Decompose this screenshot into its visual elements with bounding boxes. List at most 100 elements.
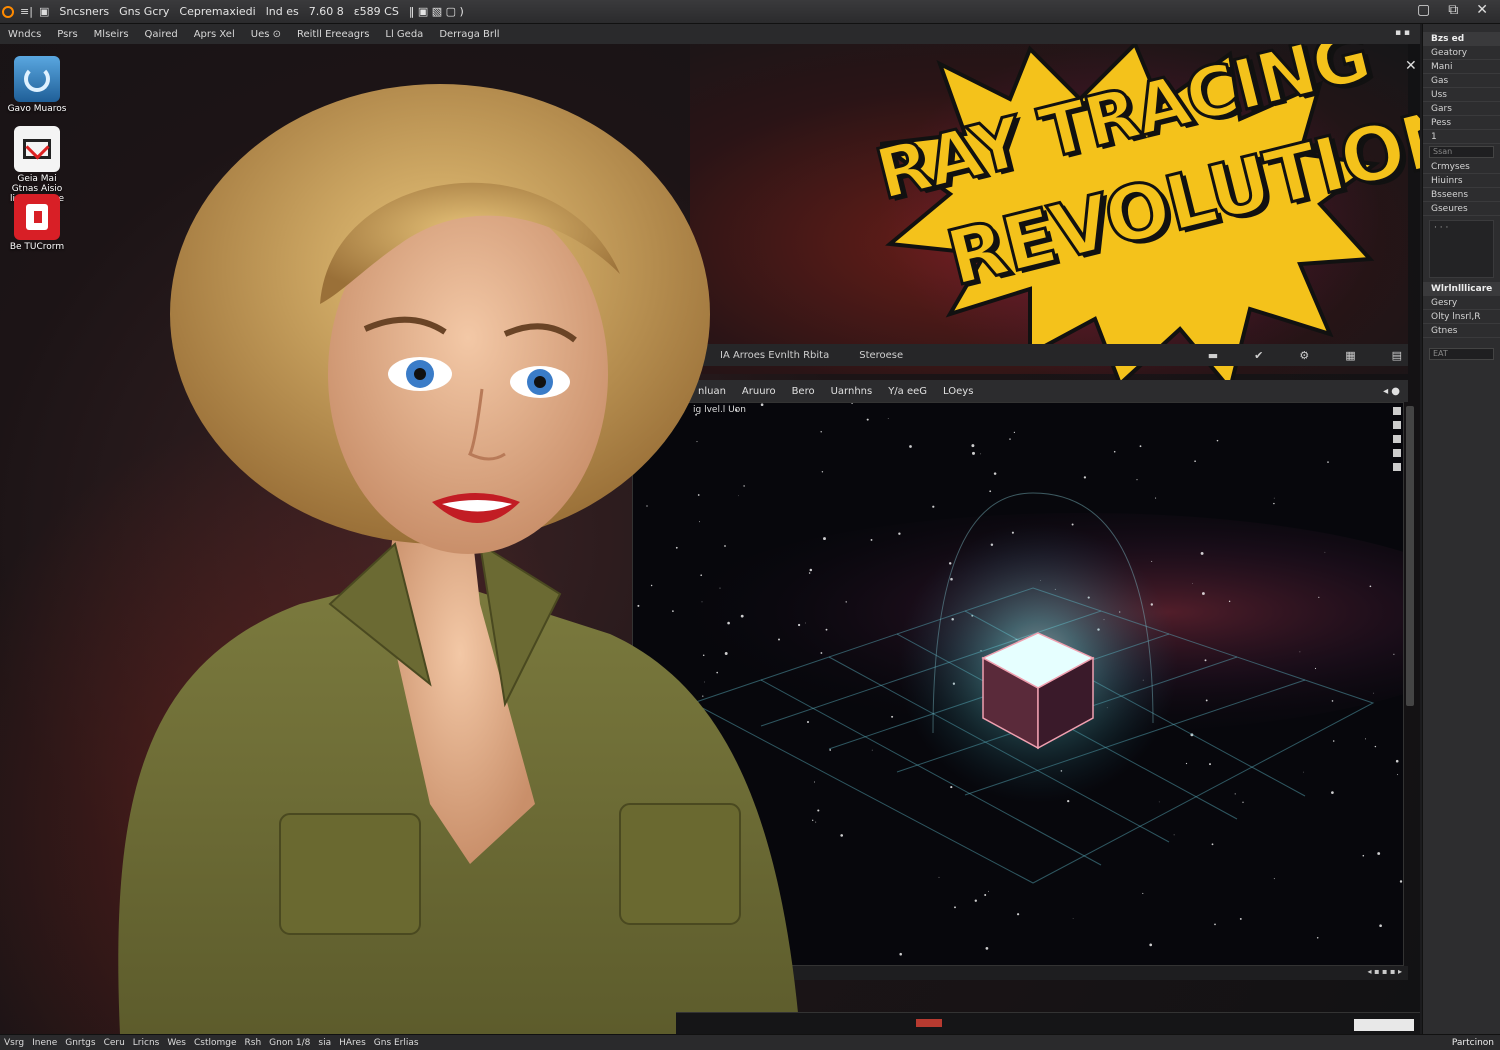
property-row[interactable]: Geatory bbox=[1423, 46, 1500, 60]
property-row[interactable]: Gesry bbox=[1423, 296, 1500, 310]
status-item[interactable]: Lricns bbox=[129, 1038, 164, 1048]
star bbox=[1072, 917, 1074, 919]
app-logo-icon[interactable] bbox=[2, 5, 14, 18]
tool-icon[interactable] bbox=[1393, 407, 1401, 415]
tool-icon[interactable] bbox=[1393, 449, 1401, 457]
status-item[interactable]: Gnrtgs bbox=[61, 1038, 99, 1048]
timeline-marker[interactable] bbox=[916, 1019, 942, 1027]
upper-bar-tools: ▬ ✔ ⚙ ▦ ▤ bbox=[1178, 349, 1402, 362]
panel-icon[interactable]: ▤ bbox=[1392, 349, 1402, 362]
property-row[interactable]: Hiuinrs bbox=[1423, 174, 1500, 188]
star bbox=[1211, 843, 1214, 846]
star bbox=[1373, 692, 1375, 694]
title-item[interactable]: lnd es bbox=[266, 5, 299, 18]
tool-icon[interactable] bbox=[1393, 435, 1401, 443]
minimize-icon[interactable]: ▢ bbox=[1417, 2, 1430, 18]
status-item[interactable]: Inene bbox=[28, 1038, 61, 1048]
title-item[interactable]: Gns Gcry bbox=[119, 5, 169, 18]
star bbox=[989, 490, 992, 493]
star bbox=[1149, 943, 1153, 947]
desktop-icon[interactable]: Geia Mai Gtnas Aisio lican Mueoe bbox=[4, 126, 70, 204]
viewport-tab[interactable]: Y/a eeG bbox=[880, 386, 935, 397]
desktop-icon[interactable]: Gavo Muaros bbox=[4, 56, 70, 114]
viewport-scrollbar[interactable] bbox=[1406, 406, 1414, 706]
status-item[interactable]: Gns Erlias bbox=[370, 1038, 423, 1048]
star bbox=[845, 601, 847, 603]
star bbox=[1318, 596, 1320, 598]
menu-item[interactable]: Qaired bbox=[137, 29, 186, 40]
menu-icon[interactable]: ≡| bbox=[20, 5, 33, 18]
menu-item[interactable]: Ues ⊙ bbox=[243, 29, 289, 40]
property-row[interactable]: Uss bbox=[1423, 88, 1500, 102]
viewport-nav-icon[interactable]: ◂ ● bbox=[1383, 386, 1400, 397]
menu-item[interactable]: Reitll Ereeagrs bbox=[289, 29, 377, 40]
star bbox=[909, 445, 912, 448]
property-row[interactable]: Bsseens bbox=[1423, 188, 1500, 202]
star bbox=[972, 451, 975, 455]
tool-icon[interactable] bbox=[1393, 421, 1401, 429]
property-row[interactable]: Olty lnsrl,R bbox=[1423, 310, 1500, 324]
title-bar-items: Sncsners Gns Gcry Cepremaxiedi lnd es 7.… bbox=[59, 5, 463, 18]
status-item[interactable]: Gnon 1/8 bbox=[265, 1038, 314, 1048]
tool-icon[interactable] bbox=[1393, 463, 1401, 471]
menu-item[interactable]: Aprs Xel bbox=[186, 29, 243, 40]
menu-item[interactable]: Wndcs bbox=[0, 29, 49, 40]
viewport-tab[interactable]: Uarnhns bbox=[823, 386, 881, 397]
restore-icon[interactable]: ⧉ bbox=[1448, 2, 1458, 18]
status-item[interactable]: Wes bbox=[163, 1038, 190, 1048]
property-row[interactable]: Gtnes bbox=[1423, 324, 1500, 338]
flag-icon[interactable]: ▬ bbox=[1208, 349, 1218, 362]
property-row[interactable]: Crmyses bbox=[1423, 160, 1500, 174]
property-row[interactable]: Mani bbox=[1423, 60, 1500, 74]
viewport-tab[interactable]: LOeys bbox=[935, 386, 981, 397]
playback-icons[interactable]: ◂ ▪ ▪ ▪ ▸ bbox=[1368, 967, 1402, 976]
star bbox=[1327, 461, 1329, 463]
upper-bar-item[interactable]: Steroese bbox=[859, 350, 903, 361]
star bbox=[984, 894, 987, 896]
menu-item[interactable]: Mlseirs bbox=[86, 29, 137, 40]
star bbox=[1299, 651, 1301, 653]
property-box[interactable]: · · · bbox=[1429, 220, 1494, 278]
title-item[interactable]: ε589 CS bbox=[354, 5, 399, 18]
property-row[interactable]: Gas bbox=[1423, 74, 1500, 88]
check-icon[interactable]: ✔ bbox=[1254, 349, 1263, 362]
property-row[interactable]: Gseures bbox=[1423, 202, 1500, 216]
menu-item[interactable]: Derraga Brll bbox=[431, 29, 507, 40]
star bbox=[1113, 450, 1116, 453]
property-row[interactable]: Gars bbox=[1423, 102, 1500, 116]
title-item[interactable]: Cepremaxiedi bbox=[179, 5, 255, 18]
star bbox=[1214, 923, 1216, 926]
grid-icon[interactable]: ▦ bbox=[1345, 349, 1355, 362]
timeline[interactable] bbox=[676, 1012, 1420, 1034]
property-field[interactable]: EAT bbox=[1429, 348, 1494, 360]
title-item[interactable]: Sncsners bbox=[59, 5, 109, 18]
desktop-icon[interactable]: Be TUCrorm bbox=[4, 194, 70, 252]
status-item[interactable]: HAres bbox=[335, 1038, 370, 1048]
timeline-thumb[interactable] bbox=[1354, 1019, 1414, 1031]
close-icon[interactable]: ✕ bbox=[1476, 2, 1488, 18]
property-field[interactable]: Ssan bbox=[1429, 146, 1494, 158]
menu-item[interactable]: Ll Geda bbox=[377, 29, 431, 40]
star bbox=[1397, 774, 1399, 776]
star bbox=[806, 720, 810, 724]
star bbox=[808, 572, 811, 574]
property-row[interactable]: 1 bbox=[1423, 130, 1500, 144]
status-item[interactable]: Ceru bbox=[100, 1038, 129, 1048]
star bbox=[898, 532, 901, 535]
toolbar-glyphs[interactable]: ‖ ▣ ▧ ▢ ) bbox=[409, 5, 464, 18]
desktop-icon-label: Be TUCrorm bbox=[9, 242, 65, 252]
status-item[interactable]: Vsrg bbox=[0, 1038, 28, 1048]
status-item[interactable]: sia bbox=[314, 1038, 335, 1048]
status-item[interactable]: Rsh bbox=[241, 1038, 266, 1048]
properties-panel: Bzs ed Geatory Mani Gas Uss Gars Pess 1 … bbox=[1422, 24, 1500, 1034]
title-item[interactable]: 7.60 8 bbox=[309, 5, 344, 18]
camera-icon[interactable]: ▣ bbox=[39, 5, 49, 18]
menu-overflow[interactable]: ▪ ▪ bbox=[1395, 28, 1410, 38]
status-item[interactable]: Cstlomge bbox=[190, 1038, 241, 1048]
star bbox=[817, 809, 820, 812]
property-row[interactable]: Pess bbox=[1423, 116, 1500, 130]
star bbox=[1158, 801, 1160, 803]
menu-item[interactable]: Psrs bbox=[49, 29, 85, 40]
close-icon[interactable]: ✕ bbox=[1405, 58, 1417, 74]
wrench-icon[interactable]: ⚙ bbox=[1299, 349, 1309, 362]
